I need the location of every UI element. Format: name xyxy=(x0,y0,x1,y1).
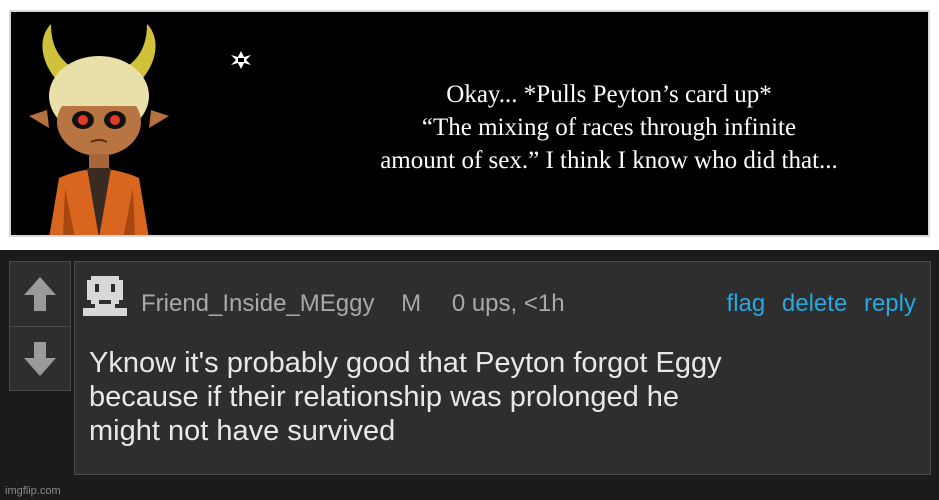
comment-line: might not have survived xyxy=(89,415,396,447)
meme-image-frame: Okay... *Pulls Peyton’s card up* “The mi… xyxy=(0,0,939,250)
comment-username[interactable]: Friend_Inside_MEggy xyxy=(141,290,374,317)
comment-card: Friend_Inside_MEggy M 0 ups, <1h flag de… xyxy=(74,261,931,475)
comment-score: 0 ups, <1h xyxy=(451,290,565,317)
delete-link[interactable]: delete xyxy=(782,290,847,317)
save-star-icon xyxy=(231,51,251,69)
arrow-up-icon xyxy=(24,277,56,311)
dialogue-line: “The mixing of races through infinite xyxy=(421,114,797,141)
vote-controls xyxy=(9,261,71,391)
imgflip-watermark: imgflip.com xyxy=(5,485,61,497)
undertale-dialogue-box: Okay... *Pulls Peyton’s card up* “The mi… xyxy=(9,10,930,237)
dialogue-line: Okay... *Pulls Peyton’s card up* xyxy=(446,81,772,108)
dialogue-line: amount of sex.” I think I know who did t… xyxy=(380,147,838,174)
vote-divider xyxy=(10,326,70,327)
upvote-button[interactable] xyxy=(10,262,70,326)
comment-actions: flag delete reply xyxy=(717,290,916,318)
comment-body: Yknow it's probably good that Peyton for… xyxy=(89,346,909,448)
dialogue-text: Okay... *Pulls Peyton’s card up* “The mi… xyxy=(299,78,919,177)
mod-badge: M xyxy=(401,290,422,317)
comment-meta: Friend_Inside_MEggy M 0 ups, <1h xyxy=(141,290,565,318)
pixel-avatar-icon[interactable] xyxy=(83,276,127,316)
comment-section: Friend_Inside_MEggy M 0 ups, <1h flag de… xyxy=(0,250,939,500)
comment-line: because if their relationship was prolon… xyxy=(89,381,680,413)
character-portrait xyxy=(29,24,169,235)
comment-line: Yknow it's probably good that Peyton for… xyxy=(89,347,722,379)
reply-link[interactable]: reply xyxy=(864,290,916,317)
downvote-button[interactable] xyxy=(10,328,70,390)
flag-link[interactable]: flag xyxy=(727,290,766,317)
arrow-down-icon xyxy=(24,342,56,376)
